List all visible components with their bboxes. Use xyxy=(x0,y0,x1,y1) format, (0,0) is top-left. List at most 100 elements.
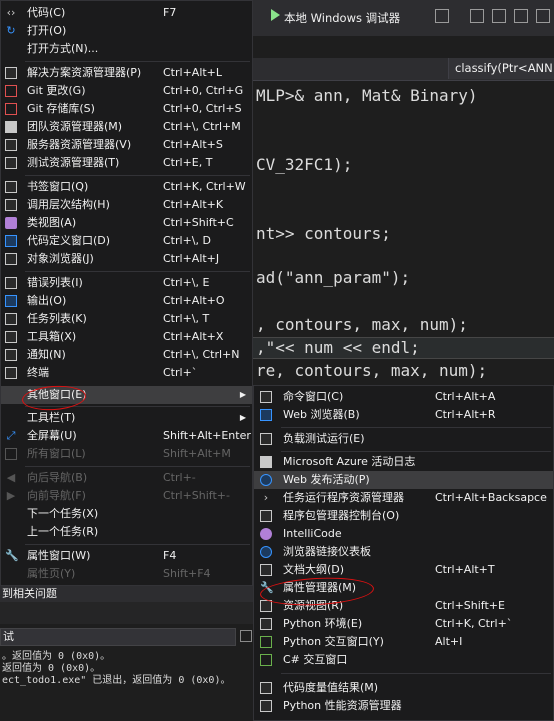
menu-item-open[interactable]: ↻ 打开(O) xyxy=(1,22,252,40)
code-definition-icon xyxy=(5,235,17,247)
menu-item-test-explorer[interactable]: 测试资源管理器(T) Ctrl+E, T xyxy=(1,154,252,172)
browser-link-icon xyxy=(260,546,272,558)
wrench-icon: 🔧 xyxy=(5,549,19,562)
debug-target-button[interactable]: 本地 Windows 调试器 xyxy=(284,8,400,28)
panel-title: 到相关问题 xyxy=(0,586,256,602)
output-source-combo[interactable]: 试 xyxy=(0,628,236,646)
submenu-arrow-icon: ▶ xyxy=(239,390,246,399)
package-console-icon xyxy=(260,510,272,522)
menu-item-python-interactive[interactable]: Python 交互窗口(Y) Alt+I xyxy=(254,633,553,651)
menu-item-output[interactable]: 输出(O) Ctrl+Alt+O xyxy=(1,292,252,310)
menu-item-solution-explorer[interactable]: 解决方案资源管理器(P) Ctrl+Alt+L xyxy=(1,64,252,82)
error-list-icon xyxy=(5,277,17,289)
menu-item-properties-window[interactable]: 🔧 属性窗口(W) F4 xyxy=(1,547,252,565)
csharp-interactive-icon xyxy=(260,654,272,666)
menu-item-web-publish-activity[interactable]: Web 发布活动(P) xyxy=(254,471,553,489)
start-debug-icon[interactable] xyxy=(271,9,280,21)
menu-item-task-list[interactable]: 任务列表(K) Ctrl+\, T xyxy=(1,310,252,328)
output-icon xyxy=(5,295,17,307)
menu-item-object-browser[interactable]: 对象浏览器(J) Ctrl+Alt+J xyxy=(1,250,252,268)
menu-separator xyxy=(281,427,551,428)
menu-item-load-test-runs[interactable]: 负载测试运行(E) xyxy=(254,430,553,448)
menu-item-task-runner-explorer[interactable]: › 任务运行程序资源管理器 Ctrl+Alt+Backsapce xyxy=(254,489,553,507)
menu-item-azure-activity-log[interactable]: Microsoft Azure 活动日志 xyxy=(254,453,553,471)
output-tool-icon[interactable] xyxy=(240,630,252,642)
code-line[interactable]: ad("ann_param"); xyxy=(256,268,410,287)
toolbar-tool-icon[interactable] xyxy=(435,9,449,23)
code-line[interactable]: nt>> contours; xyxy=(256,224,391,243)
menu-item-previous-task[interactable]: 上一个任务(R) xyxy=(1,523,252,541)
code-line[interactable]: re, contours, max, num); xyxy=(256,361,487,380)
menu-item-full-screen[interactable]: ⤢ 全屏幕(U) Shift+Alt+Enter xyxy=(1,427,252,445)
python-env-icon xyxy=(260,618,272,630)
menu-item-code[interactable]: ‹› 代码(C) F7 xyxy=(1,4,252,22)
menu-item-toolbox[interactable]: 工具箱(X) Ctrl+Alt+X xyxy=(1,328,252,346)
code-line[interactable]: CV_32FC1); xyxy=(256,155,352,174)
menu-item-all-windows[interactable]: 所有窗口(L) Shift+Alt+M xyxy=(1,445,252,463)
web-publish-icon xyxy=(260,474,272,486)
menu-item-git-changes[interactable]: Git 更改(G) Ctrl+0, Ctrl+G xyxy=(1,82,252,100)
bookmark-icon xyxy=(5,181,17,193)
toolbar-tool-icon[interactable] xyxy=(492,9,506,23)
menu-item-class-view[interactable]: 类视图(A) Ctrl+Shift+C xyxy=(1,214,252,232)
menu-item-web-browser[interactable]: Web 浏览器(B) Ctrl+Alt+R xyxy=(254,406,553,424)
code-line[interactable]: , contours, max, num); xyxy=(256,315,468,334)
notification-icon xyxy=(5,349,17,361)
toolbar-tool-icon[interactable] xyxy=(470,9,484,23)
python-interactive-icon xyxy=(260,636,272,648)
git-changes-icon xyxy=(5,85,17,97)
menu-separator xyxy=(25,271,250,272)
menu-item-code-metrics-results[interactable]: 代码度量值结果(M) xyxy=(254,679,553,697)
task-list-icon xyxy=(5,313,17,325)
menu-item-notifications[interactable]: 通知(N) Ctrl+\, Ctrl+N xyxy=(1,346,252,364)
task-runner-icon: › xyxy=(263,491,269,504)
team-explorer-icon xyxy=(5,121,17,133)
document-outline-icon xyxy=(260,564,272,576)
menu-item-package-manager-console[interactable]: 程序包管理器控制台(O) xyxy=(254,507,553,525)
solution-explorer-icon xyxy=(5,67,17,79)
menu-item-intellicode[interactable]: IntelliCode xyxy=(254,525,553,543)
menu-item-code-definition[interactable]: 代码定义窗口(D) Ctrl+\, D xyxy=(1,232,252,250)
scope-dropdown[interactable] xyxy=(248,58,448,79)
menu-item-toolbars[interactable]: 工具栏(T) ▶ xyxy=(1,409,252,427)
menu-item-csharp-interactive[interactable]: C# 交互窗口 xyxy=(254,651,553,669)
menu-item-next-task[interactable]: 下一个任务(X) xyxy=(1,505,252,523)
toolbar-tool-icon[interactable] xyxy=(514,9,528,23)
menu-item-python-performance-explorer[interactable]: Python 性能资源管理器 xyxy=(254,697,553,715)
menu-separator xyxy=(25,544,250,545)
menu-item-document-outline[interactable]: 文档大纲(D) Ctrl+Alt+T xyxy=(254,561,553,579)
submenu-arrow-icon: ▶ xyxy=(239,413,246,422)
menu-item-browser-link-dashboard[interactable]: 浏览器链接仪表板 xyxy=(254,543,553,561)
object-browser-icon xyxy=(5,253,17,265)
load-test-icon xyxy=(260,433,272,445)
code-line[interactable]: MLP>& ann, Mat& Binary) xyxy=(256,86,478,105)
menu-item-command-window[interactable]: 命令窗口(C) Ctrl+Alt+A xyxy=(254,388,553,406)
menu-item-property-pages[interactable]: 属性页(Y) Shift+F4 xyxy=(1,565,252,583)
menu-item-open-with[interactable]: 打开方式(N)... xyxy=(1,40,252,58)
menu-item-python-environments[interactable]: Python 环境(E) Ctrl+K, Ctrl+` xyxy=(254,615,553,633)
terminal-icon xyxy=(5,367,17,379)
python-profiler-icon xyxy=(260,700,272,712)
menu-separator xyxy=(25,61,250,62)
toolbox-icon xyxy=(5,331,17,343)
menu-item-navigate-back[interactable]: ◀ 向后导航(B) Ctrl+- xyxy=(1,469,252,487)
toolbar-tool-icon[interactable] xyxy=(536,9,550,23)
code-metrics-icon xyxy=(260,682,272,694)
command-window-icon xyxy=(260,391,272,403)
menu-item-navigate-forward[interactable]: ▶ 向前导航(F) Ctrl+Shift+- xyxy=(1,487,252,505)
menu-item-terminal[interactable]: 终端 Ctrl+` xyxy=(1,364,252,382)
open-arrow-icon: ↻ xyxy=(6,24,16,37)
menu-separator xyxy=(281,673,551,674)
menu-item-call-hierarchy[interactable]: 调用层次结构(H) Ctrl+Alt+K xyxy=(1,196,252,214)
menu-item-server-explorer[interactable]: 服务器资源管理器(V) Ctrl+Alt+S xyxy=(1,136,252,154)
test-explorer-icon xyxy=(5,157,17,169)
navigate-back-icon: ◀ xyxy=(6,471,16,484)
menu-item-team-explorer[interactable]: 团队资源管理器(M) Ctrl+\, Ctrl+M xyxy=(1,118,252,136)
menu-item-bookmarks[interactable]: 书签窗口(Q) Ctrl+K, Ctrl+W xyxy=(1,178,252,196)
code-line[interactable]: ,"<< num << endl; xyxy=(256,338,420,357)
menu-item-git-repository[interactable]: Git 存储库(S) Ctrl+0, Ctrl+S xyxy=(1,100,252,118)
class-view-icon xyxy=(5,217,17,229)
member-dropdown[interactable]: classify(Ptr<ANN xyxy=(448,58,554,79)
output-line: ect_todo1.exe" 已退出，返回值为 0 (0x0)。 xyxy=(2,675,231,686)
menu-item-error-list[interactable]: 错误列表(I) Ctrl+\, E xyxy=(1,274,252,292)
